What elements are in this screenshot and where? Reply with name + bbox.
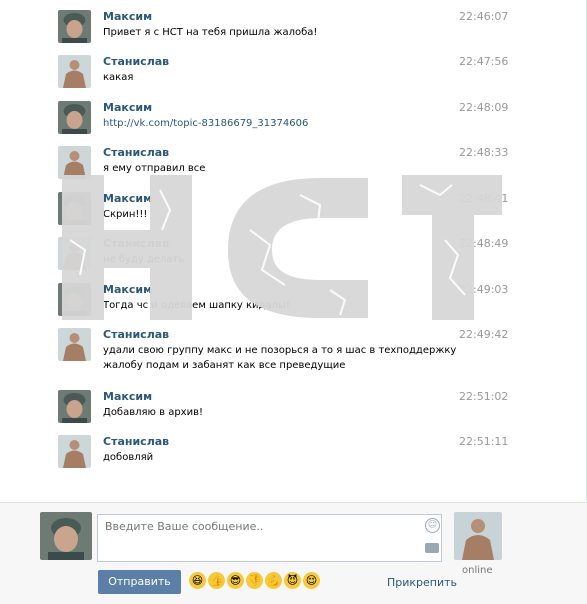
stanislav-avatar[interactable] (58, 146, 91, 179)
stanislav-avatar[interactable] (58, 55, 91, 88)
message-author[interactable]: Максим (103, 10, 152, 23)
message-history: Максим 22:46:07 Привет я с НСТ на тебя при… (0, 0, 587, 500)
contact-avatar[interactable] (454, 512, 502, 560)
message-time: 22:46:07 (459, 10, 509, 23)
emoji-icon[interactable]: 👍 (208, 572, 225, 589)
message-text: жалобу подам и забанят как все преведущи… (103, 360, 346, 371)
maxim-avatar[interactable] (58, 192, 91, 225)
stanislav-avatar[interactable] (58, 237, 91, 270)
message-text: я ему отправил все (103, 163, 206, 174)
my-avatar[interactable] (40, 512, 92, 560)
emoji-icon[interactable]: 😎 (227, 572, 244, 589)
camera-icon[interactable] (425, 543, 439, 553)
message-author[interactable]: Максим (103, 101, 152, 114)
message-time: 22:51:02 (459, 390, 509, 403)
message-text: какая (103, 72, 134, 83)
message-author[interactable]: Станислав (103, 237, 169, 250)
stanislav-avatar[interactable] (58, 328, 91, 361)
emoji-icon[interactable]: 👎 (246, 572, 263, 589)
message-time: 22:48:33 (459, 146, 509, 159)
attach-link[interactable]: Прикрепить (387, 576, 457, 589)
message-time: 22:48:41 (459, 192, 509, 205)
message-text: Скрин!!! (103, 209, 148, 220)
message-composer: Введите Ваше сообщение.. ☺ Отправить 😆 👍 😎… (0, 502, 587, 604)
message-time: 22:47:56 (459, 55, 509, 68)
message-time: 22:51:11 (459, 435, 509, 448)
stanislav-avatar[interactable] (58, 435, 91, 468)
emoji-icon[interactable]: 😆 (189, 572, 206, 589)
message-text: Тогда чс и одеваем шапку кидалы! (103, 300, 290, 311)
emoji-icon[interactable]: 😈 (284, 572, 301, 589)
contact-status: online (462, 565, 493, 576)
message-author[interactable]: Станислав (103, 328, 169, 341)
smile-icon[interactable]: ☺ (425, 518, 440, 533)
topic-link[interactable]: http://vk.com/topic-83186679_31374606 (103, 118, 308, 129)
message-author[interactable]: Станислав (103, 435, 169, 448)
message-time: 22:48:49 (459, 237, 509, 250)
emoji-icon[interactable]: 😌 (303, 572, 320, 589)
maxim-avatar[interactable] (58, 101, 91, 134)
maxim-avatar[interactable] (58, 10, 91, 43)
message-time: 22:49:42 (459, 328, 509, 341)
message-input[interactable]: Введите Ваше сообщение.. (97, 514, 442, 562)
message-author[interactable]: Станислав (103, 146, 169, 159)
message-text: Добавляю в архив! (103, 407, 203, 418)
emoji-icon[interactable]: 💪 (265, 572, 282, 589)
message-input-placeholder: Введите Ваше сообщение.. (105, 520, 264, 533)
message-link[interactable]: http://vk.com/topic-83186679_31374606 (103, 115, 308, 132)
message-author[interactable]: Максим (103, 192, 152, 205)
message-text: Привет я с НСТ на тебя пришла жалоба! (103, 27, 318, 38)
message-author[interactable]: Максим (103, 283, 152, 296)
maxim-avatar[interactable] (58, 283, 91, 316)
message-author[interactable]: Станислав (103, 55, 169, 68)
send-button[interactable]: Отправить (98, 570, 181, 594)
maxim-avatar[interactable] (58, 390, 91, 423)
message-time: 22:48:09 (459, 101, 509, 114)
message-author[interactable]: Максим (103, 390, 152, 403)
message-text: не буду делать (103, 254, 185, 265)
message-text: добовляй (103, 452, 154, 463)
message-time: 22:49:03 (459, 283, 509, 296)
